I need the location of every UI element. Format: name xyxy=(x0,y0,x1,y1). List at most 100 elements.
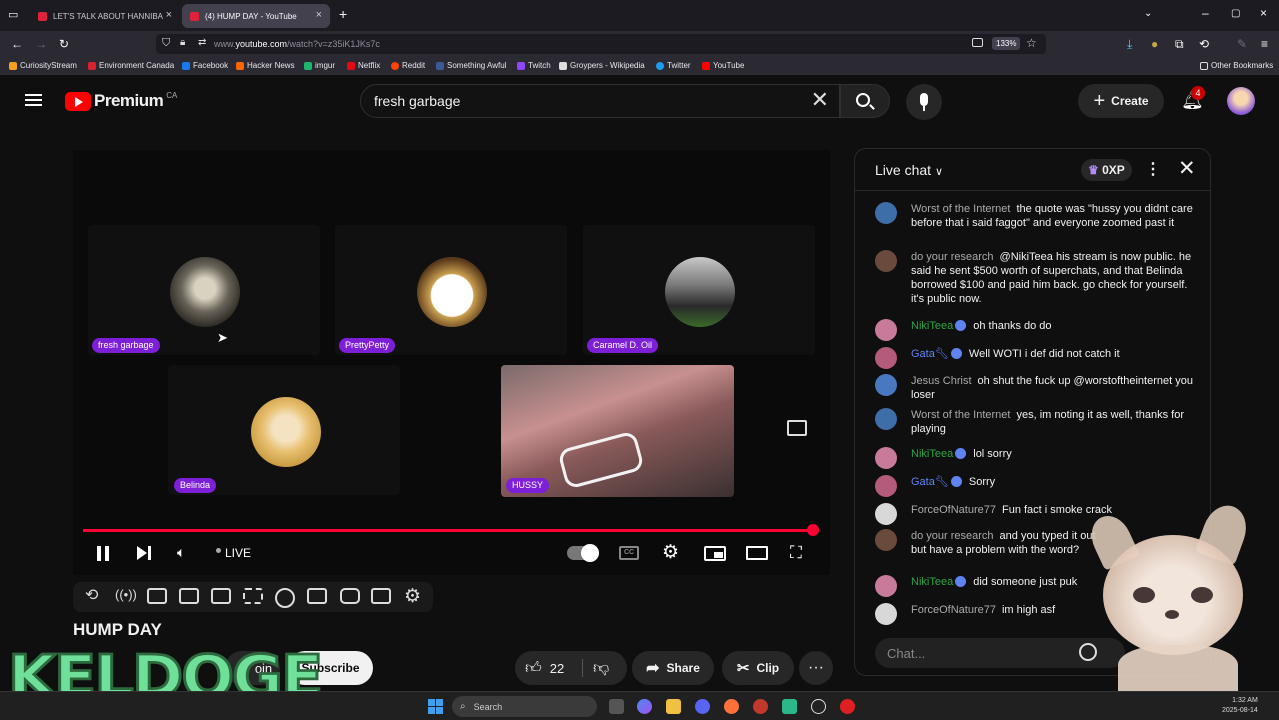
popout-icon[interactable] xyxy=(787,420,807,436)
chat-author[interactable]: NikiTeea xyxy=(911,448,953,460)
theater-mode-icon[interactable] xyxy=(746,546,768,560)
search-button[interactable] xyxy=(840,84,890,118)
cinema-icon[interactable] xyxy=(147,588,167,604)
taskbar-search[interactable]: ⌕ Search xyxy=(452,696,597,717)
autoplay-toggle[interactable] xyxy=(567,544,599,562)
minimize-icon[interactable]: – xyxy=(1202,6,1209,20)
close-tab-icon[interactable]: × xyxy=(166,9,172,21)
more-actions-button[interactable]: ··· xyxy=(799,651,833,685)
speed-gauge-icon[interactable] xyxy=(275,588,295,608)
lock-icon[interactable]: 🔒︎ xyxy=(180,37,185,48)
maximize-icon[interactable]: ▢ xyxy=(1231,7,1240,21)
media-player-icon[interactable] xyxy=(811,699,826,714)
bookmark-environment-canada[interactable]: Environment Canada xyxy=(88,61,174,70)
file-explorer-icon[interactable] xyxy=(666,699,681,714)
chat-avatar[interactable] xyxy=(875,202,897,224)
voice-search-button[interactable] xyxy=(906,84,942,120)
discord-icon[interactable] xyxy=(695,699,710,714)
clip-button[interactable]: ✂ Clip xyxy=(722,651,794,685)
youtube-logo[interactable]: Premium CA xyxy=(65,91,177,111)
chat-author[interactable]: Gata xyxy=(911,348,935,360)
tab-hannibal[interactable]: LET'S TALK ABOUT HANNIBA × xyxy=(30,4,180,28)
chat-more-icon[interactable]: ⋮ xyxy=(1145,159,1161,179)
search-input[interactable]: fresh garbage ✕ xyxy=(360,84,840,118)
back-icon[interactable]: ← xyxy=(11,37,23,51)
dislike-icon[interactable]: 👎︎ xyxy=(593,659,609,678)
bookmark-twitter[interactable]: Twitter xyxy=(656,61,691,70)
next-icon[interactable] xyxy=(137,546,147,560)
downloads-icon[interactable]: ⤓ xyxy=(1127,37,1132,51)
taskbar-clock[interactable]: 1:32 AM 2025-08-14 xyxy=(1222,696,1258,716)
firefox-icon[interactable] xyxy=(724,699,739,714)
progress-scrubber[interactable] xyxy=(807,524,819,536)
clapperboard-icon[interactable] xyxy=(179,588,199,604)
camera-snapshot-icon[interactable] xyxy=(340,588,360,604)
new-tab-icon[interactable]: + xyxy=(339,7,347,21)
url-bar[interactable]: ⛉ 🔒︎ ⇄ www. youtube.com/watch?v=z35iK1JKs… xyxy=(156,34,1046,54)
volume-icon[interactable]: 🔈︎ xyxy=(177,544,185,561)
chat-author[interactable]: NikiTeea xyxy=(911,576,953,588)
chat-avatar[interactable] xyxy=(875,374,897,396)
aspect-ratio-icon[interactable] xyxy=(211,588,231,604)
xp-badge[interactable]: ♛ 0XP xyxy=(1081,159,1132,181)
clear-search-icon[interactable]: ✕ xyxy=(811,89,829,111)
bookmark-youtube[interactable]: YouTube xyxy=(702,61,744,70)
screenshot-icon[interactable] xyxy=(972,38,983,47)
chat-author[interactable]: NikiTeea xyxy=(911,320,953,332)
close-chat-icon[interactable]: ✕ xyxy=(1178,156,1196,181)
copilot-icon[interactable] xyxy=(637,699,652,714)
extensions-puzzle-icon[interactable]: ⧉ xyxy=(1175,37,1184,51)
extension-settings-icon[interactable]: ⚙ xyxy=(404,585,421,608)
app-icon[interactable] xyxy=(782,699,797,714)
chat-author[interactable]: do your research xyxy=(911,530,994,542)
chat-avatar[interactable] xyxy=(875,529,897,551)
video-player[interactable]: fresh garbage ➤ PrettyPetty Caramel D. O… xyxy=(73,150,830,575)
keyboard-icon[interactable] xyxy=(371,588,391,604)
like-icon[interactable]: 👍︎ xyxy=(525,659,542,678)
chat-avatar[interactable] xyxy=(875,503,897,525)
addon-icon[interactable]: ✎ xyxy=(1237,37,1247,51)
chat-avatar[interactable] xyxy=(875,475,897,497)
chat-mode-dropdown[interactable]: Live chat ∨ xyxy=(875,162,943,178)
chat-avatar[interactable] xyxy=(875,603,897,625)
chat-avatar[interactable] xyxy=(875,447,897,469)
youtube-app-icon[interactable] xyxy=(840,699,855,714)
user-avatar[interactable] xyxy=(1227,87,1255,115)
chat-author[interactable]: Worst of the Internet xyxy=(911,409,1010,421)
share-button[interactable]: ➦ Share xyxy=(632,651,714,685)
chat-avatar[interactable] xyxy=(875,347,897,369)
progress-bar[interactable] xyxy=(83,529,813,532)
live-label[interactable]: LIVE xyxy=(225,546,251,560)
close-tab-icon[interactable]: × xyxy=(316,9,322,21)
bookmark-hacker-news[interactable]: Hacker News xyxy=(236,61,295,70)
chat-avatar[interactable] xyxy=(875,250,897,272)
windows-start-icon[interactable] xyxy=(428,699,443,714)
chat-author[interactable]: Gata xyxy=(911,476,935,488)
miniplayer-icon[interactable] xyxy=(704,546,726,561)
create-button[interactable]: + Create xyxy=(1078,84,1164,118)
tab-dropdown-icon[interactable]: ⌄ xyxy=(1144,7,1152,21)
chat-author[interactable]: Worst of the Internet xyxy=(911,203,1010,215)
add-screen-icon[interactable] xyxy=(307,588,327,604)
chat-author[interactable]: do your research xyxy=(911,251,994,263)
forward-icon[interactable]: → xyxy=(35,37,47,51)
tab-list-icon[interactable]: ▭ xyxy=(8,8,18,22)
chat-author[interactable]: ForceOfNature77 xyxy=(911,604,996,616)
pause-icon[interactable] xyxy=(97,546,101,561)
crop-icon[interactable] xyxy=(243,588,263,604)
fullscreen-icon[interactable]: ⛶ xyxy=(790,544,802,561)
bookmark-imgur[interactable]: imgur xyxy=(304,61,335,70)
app-icon[interactable] xyxy=(753,699,768,714)
bookmark-netflix[interactable]: Netflix xyxy=(347,61,380,70)
close-window-icon[interactable]: × xyxy=(1260,6,1267,20)
hamburger-menu-icon[interactable] xyxy=(25,94,42,106)
bookmark-wikipedia[interactable]: Groypers - Wikipedia xyxy=(559,61,645,70)
permissions-icon[interactable]: ⇄ xyxy=(198,37,206,48)
bookmark-reddit[interactable]: Reddit xyxy=(391,61,425,70)
bookmark-twitch[interactable]: Twitch xyxy=(517,61,551,70)
bookmark-curiositystream[interactable]: CuriosityStream xyxy=(9,61,77,70)
sync-icon[interactable]: ⟲ xyxy=(1199,37,1209,51)
extension-icon[interactable]: ● xyxy=(1151,37,1158,51)
task-view-icon[interactable] xyxy=(609,699,624,714)
chat-author[interactable]: Jesus Christ xyxy=(911,375,972,387)
